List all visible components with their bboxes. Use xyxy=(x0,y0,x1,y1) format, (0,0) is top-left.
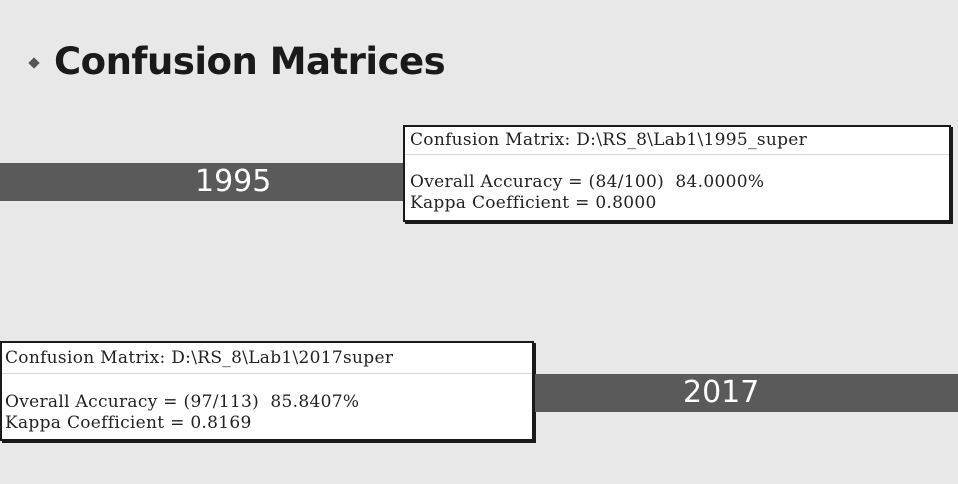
matrix-title-1995: Confusion Matrix: D:\RS_8\Lab1\1995_supe… xyxy=(410,130,808,150)
slide-title-row: Confusion Matrices xyxy=(28,40,446,83)
year-band-2017: 2017 xyxy=(535,374,958,412)
matrix-title-2017: Confusion Matrix: D:\RS_8\Lab1\2017super xyxy=(5,348,394,368)
kappa-coefficient-1995: Kappa Coefficient = 0.8000 xyxy=(410,193,657,213)
overall-accuracy-1995: Overall Accuracy = (84/100) 84.0000% xyxy=(410,172,765,192)
diamond-bullet-icon xyxy=(28,56,40,69)
slide: Confusion Matrices 1995 Confusion Matrix… xyxy=(0,0,958,484)
year-label-2017: 2017 xyxy=(683,375,760,410)
divider xyxy=(405,154,949,155)
year-label-1995: 1995 xyxy=(195,164,272,199)
confusion-matrix-panel-1995: Confusion Matrix: D:\RS_8\Lab1\1995_supe… xyxy=(403,125,951,222)
divider xyxy=(2,373,532,374)
overall-accuracy-2017: Overall Accuracy = (97/113) 85.8407% xyxy=(5,392,360,412)
year-band-1995: 1995 xyxy=(0,163,405,201)
kappa-coefficient-2017: Kappa Coefficient = 0.8169 xyxy=(5,413,252,433)
slide-title: Confusion Matrices xyxy=(54,40,446,83)
confusion-matrix-panel-2017: Confusion Matrix: D:\RS_8\Lab1\2017super… xyxy=(0,341,534,441)
